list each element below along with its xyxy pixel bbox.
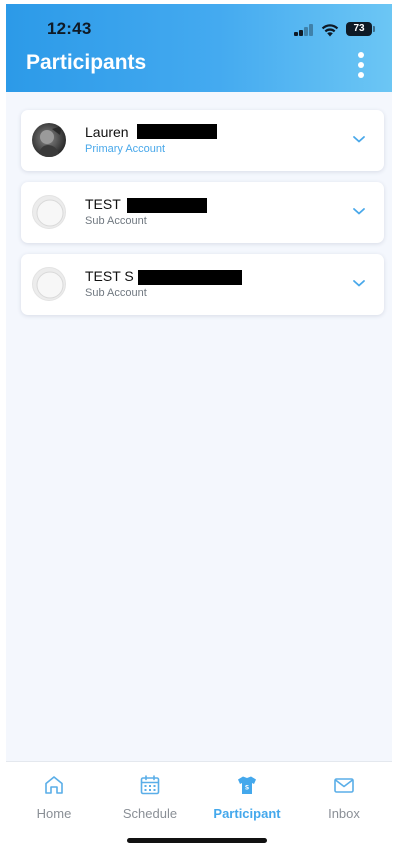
tab-participant-label: Participant [213, 806, 281, 821]
home-indicator [127, 838, 267, 843]
participant-card[interactable]: TEST Sub Account [21, 182, 384, 243]
participant-role: Primary Account [85, 143, 166, 155]
calendar-icon [140, 775, 160, 795]
wifi-icon [321, 24, 339, 37]
participant-name: TEST S [85, 268, 243, 286]
home-icon [45, 776, 63, 794]
avatar [32, 123, 66, 157]
avatar [32, 267, 66, 301]
participant-card[interactable]: Lauren Primary Account [21, 110, 384, 171]
tab-participant[interactable]: S Participant [199, 762, 295, 826]
jersey-icon: S [238, 776, 256, 794]
participant-name: TEST [85, 196, 208, 214]
participant-first-name: TEST [85, 196, 121, 212]
battery-icon: 73 [346, 22, 375, 36]
participant-list: Lauren Primary Account TEST Sub Account [21, 110, 384, 326]
avatar-placeholder-icon [36, 271, 64, 299]
page-title: Participants [26, 51, 147, 74]
redaction-bar [137, 124, 218, 139]
status-time: 12:43 [47, 19, 92, 38]
avatar-photo-icon [38, 126, 62, 157]
redaction-bar [127, 198, 208, 213]
more-vertical-icon[interactable] [349, 50, 373, 80]
participant-name: Lauren [85, 124, 218, 142]
chevron-down-icon[interactable] [352, 134, 366, 144]
chevron-down-icon[interactable] [352, 206, 366, 216]
tab-inbox-label: Inbox [328, 806, 360, 821]
tab-home-label: Home [36, 806, 72, 821]
tab-schedule[interactable]: Schedule [102, 762, 198, 826]
avatar-placeholder-icon [36, 199, 64, 227]
chevron-down-icon[interactable] [352, 278, 366, 288]
tab-inbox[interactable]: Inbox [296, 762, 392, 826]
phone-screen: 12:43 73 Participants Lauren Primary Acc… [6, 4, 392, 844]
avatar [32, 195, 66, 229]
status-bar: 12:43 73 [6, 4, 392, 52]
envelope-icon [334, 778, 354, 793]
svg-text:S: S [245, 785, 249, 792]
participant-first-name: Lauren [85, 124, 129, 140]
participant-card[interactable]: TEST S Sub Account [21, 254, 384, 315]
bottom-tab-bar: Home Schedule S Participant Inbox [6, 761, 392, 844]
signal-icon [294, 24, 314, 36]
participant-first-name: TEST S [85, 268, 134, 284]
participant-role: Sub Account [85, 215, 147, 227]
redaction-bar [138, 270, 243, 285]
tab-home[interactable]: Home [6, 762, 102, 826]
participant-role: Sub Account [85, 287, 147, 299]
tab-schedule-label: Schedule [122, 806, 178, 821]
app-header: 12:43 73 Participants [6, 4, 392, 92]
